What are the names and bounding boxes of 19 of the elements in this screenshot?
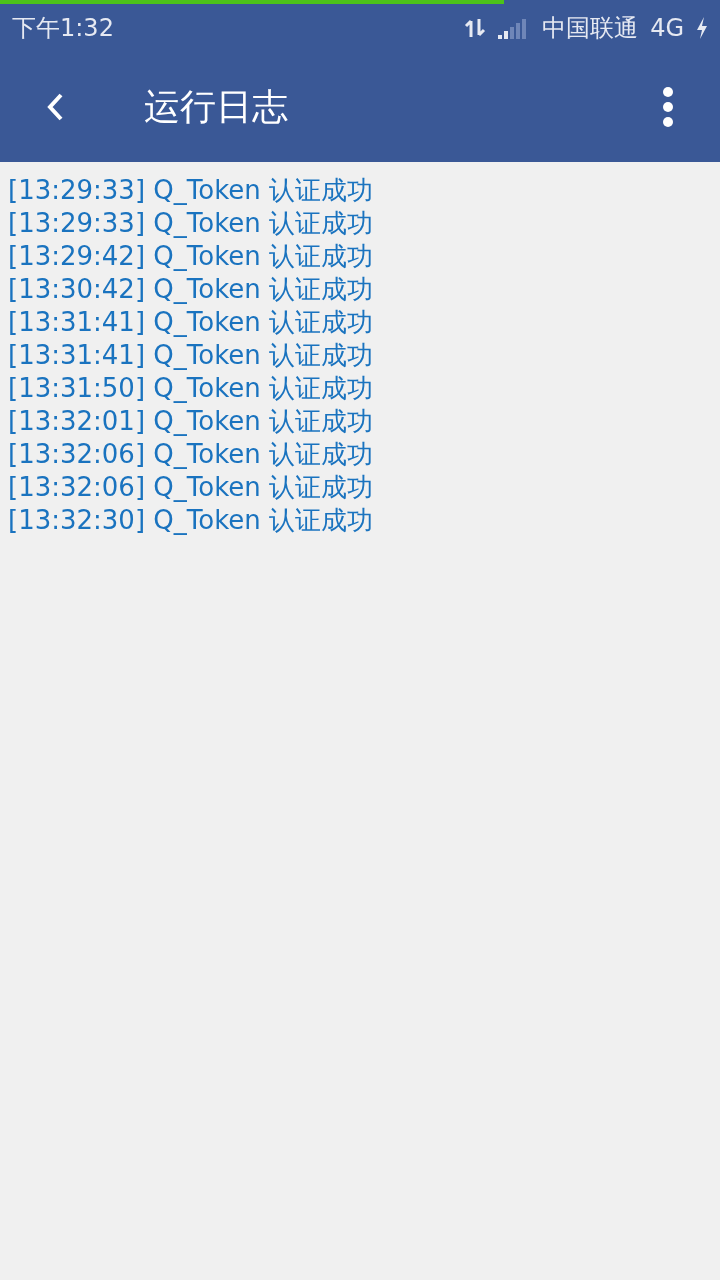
log-entry: [13:29:42] Q_Token 认证成功 [8, 240, 375, 273]
log-entry: [13:31:41] Q_Token 认证成功 [8, 306, 375, 339]
log-entry: [13:32:06] Q_Token 认证成功 [8, 471, 375, 504]
more-options-icon [662, 87, 674, 127]
log-entry: [13:31:50] Q_Token 认证成功 [8, 372, 375, 405]
status-time: 下午1:32 [12, 13, 114, 44]
log-entry: [13:32:01] Q_Token 认证成功 [8, 405, 375, 438]
log-entry: [13:30:42] Q_Token 认证成功 [8, 273, 375, 306]
page-title: 运行日志 [144, 85, 288, 129]
log-entry: [13:32:06] Q_Token 认证成功 [8, 438, 375, 471]
log-entry: [13:29:33] Q_Token 认证成功 [8, 207, 375, 240]
network-type: 4G [650, 13, 684, 44]
charging-icon [696, 17, 708, 39]
carrier-name: 中国联通 [542, 13, 639, 44]
log-entry: [13:32:30] Q_Token 认证成功 [8, 504, 375, 537]
log-entry: [13:31:41] Q_Token 认证成功 [8, 339, 375, 372]
log-entry: [13:29:33] Q_Token 认证成功 [8, 174, 375, 207]
back-icon [45, 92, 65, 122]
data-transfer-icon [464, 17, 487, 39]
